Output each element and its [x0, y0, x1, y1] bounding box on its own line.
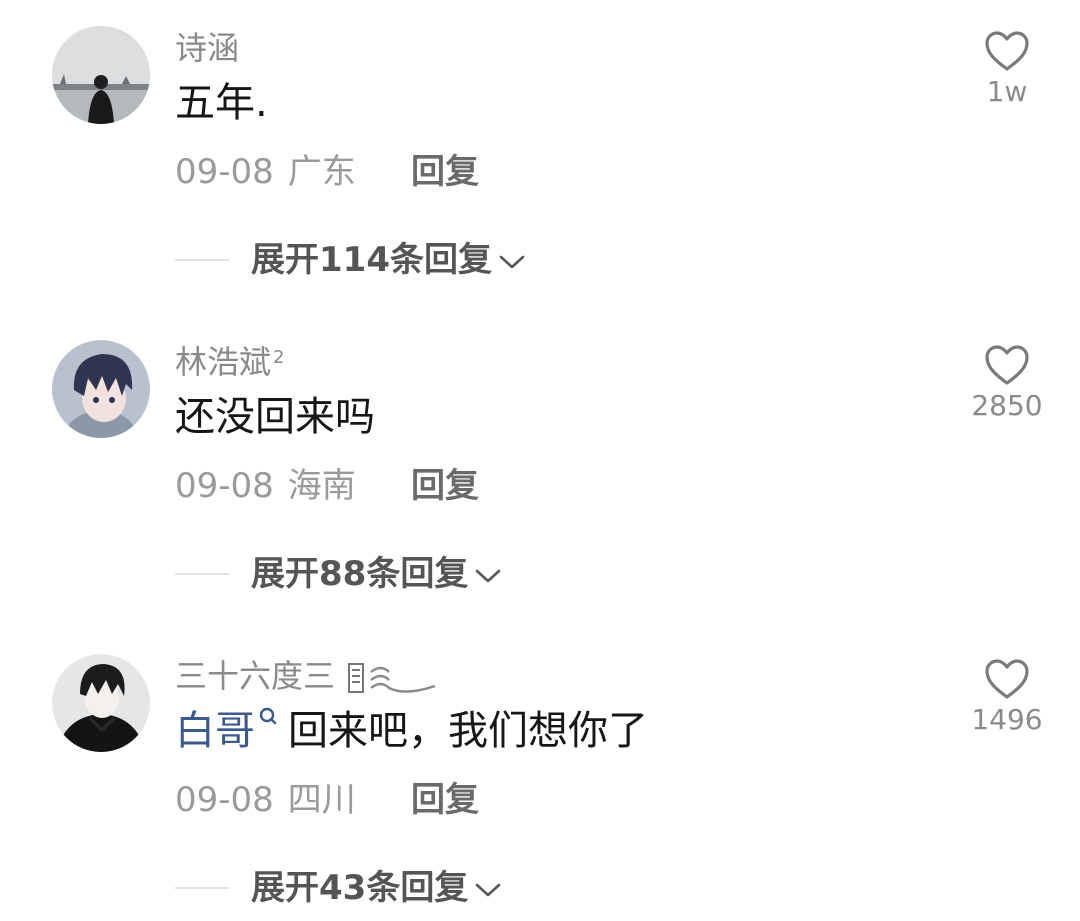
reply-button[interactable]: 回复 — [411, 780, 479, 820]
avatar[interactable] — [52, 654, 150, 752]
mention-text: 白哥 — [175, 708, 255, 754]
comment-date: 09-08 — [175, 152, 274, 192]
comment-location: 四川 — [287, 780, 356, 820]
expand-replies-button[interactable]: 展开88条回复 — [251, 554, 502, 594]
comment-meta: 09-08 海南 回复 — [175, 466, 479, 506]
decorative-wave-icon — [348, 663, 436, 693]
like-button[interactable]: 1496 — [960, 658, 1054, 738]
chevron-down-icon — [499, 255, 525, 268]
user-mention[interactable]: 白哥 — [175, 707, 288, 754]
user-badge: 2 — [273, 347, 285, 368]
search-icon — [259, 707, 277, 725]
divider — [175, 887, 229, 889]
expand-replies-label: 展开88条回复 — [251, 554, 469, 594]
divider — [175, 573, 229, 575]
avatar-anime-boy-blue-hair-icon — [52, 340, 150, 438]
username[interactable]: 林浩斌 2 — [175, 342, 284, 382]
username[interactable]: 诗涵 — [175, 28, 239, 68]
comment-text: 还没回来吗 — [175, 392, 375, 442]
username[interactable]: 三十六度三 — [175, 656, 439, 696]
like-count: 1496 — [971, 703, 1043, 736]
expand-replies-button[interactable]: 展开114条回复 — [251, 240, 526, 280]
chevron-down-icon — [476, 883, 501, 896]
divider — [175, 259, 229, 261]
comment-text: 五年. — [175, 78, 268, 128]
comment-date: 09-08 — [175, 780, 274, 820]
username-text: 林浩斌 — [175, 343, 272, 381]
avatar-lakeside-silhouette-icon — [52, 26, 150, 124]
avatar-anime-boy-black-coat-icon — [52, 654, 150, 752]
like-button[interactable]: 2850 — [960, 344, 1054, 424]
expand-replies-button[interactable]: 展开43条回复 — [251, 868, 502, 908]
expand-replies-label: 展开114条回复 — [251, 240, 492, 280]
comment-date: 09-08 — [175, 466, 274, 506]
heart-outline-icon[interactable] — [984, 658, 1030, 700]
avatar[interactable] — [52, 340, 150, 438]
username-text: 诗涵 — [175, 29, 240, 67]
username-text: 三十六度三 — [175, 657, 336, 695]
heart-outline-icon[interactable] — [984, 30, 1030, 72]
like-count: 1w — [986, 75, 1028, 108]
comment-meta: 09-08 四川 回复 — [175, 780, 479, 820]
expand-replies-label: 展开43条回复 — [251, 868, 469, 908]
comment-body: 回来吧，我们想你了 — [288, 708, 648, 754]
reply-button[interactable]: 回复 — [411, 466, 479, 506]
avatar[interactable] — [52, 26, 150, 124]
reply-button[interactable]: 回复 — [411, 152, 479, 192]
heart-outline-icon[interactable] — [984, 344, 1030, 386]
chevron-down-icon — [476, 569, 501, 582]
like-count: 2850 — [971, 389, 1043, 422]
comment-body: 还没回来吗 — [175, 394, 375, 440]
comment-location: 广东 — [287, 152, 356, 192]
comment-body: 五年. — [175, 80, 268, 126]
comment-meta: 09-08 广东 回复 — [175, 152, 479, 192]
comment-location: 海南 — [287, 466, 356, 506]
comment-text: 白哥 回来吧，我们想你了 — [175, 706, 648, 756]
like-button[interactable]: 1w — [960, 30, 1054, 110]
